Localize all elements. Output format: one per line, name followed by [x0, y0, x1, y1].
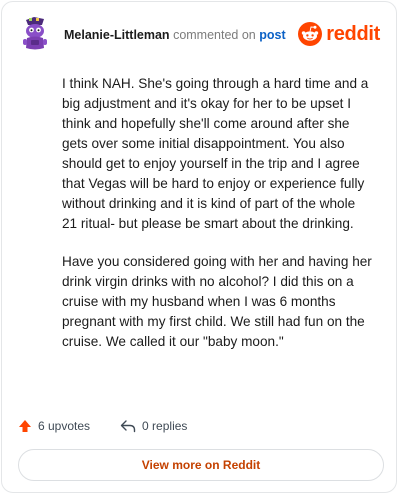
comment-embed-card: Melanie-Littleman commented on post redd… [1, 1, 397, 493]
comment-paragraph: Have you considered going with her and h… [62, 254, 372, 349]
comment-actions: 6 upvotes 0 replies [18, 416, 217, 436]
author-username[interactable]: Melanie-Littleman [64, 28, 170, 42]
comment-header: Melanie-Littleman commented on post redd… [20, 16, 380, 54]
post-link[interactable]: post [259, 28, 285, 42]
upvote-count: 6 upvotes [38, 419, 91, 433]
reply-arrow-icon [120, 420, 136, 433]
reddit-wordmark: reddit [326, 22, 380, 45]
avatar[interactable] [20, 16, 50, 52]
comment-body: I think NAH. She's going through a hard … [62, 74, 374, 370]
reply-button[interactable]: 0 replies [120, 419, 187, 433]
view-more-on-reddit-button[interactable]: View more on Reddit [18, 449, 384, 481]
upvote-arrow-icon [19, 420, 31, 432]
reply-count: 0 replies [142, 419, 188, 433]
reddit-logo-icon [298, 22, 323, 46]
byline-action-text: commented on [173, 28, 256, 42]
upvote-button[interactable]: 6 upvotes [18, 419, 90, 433]
reddit-brand[interactable]: reddit [298, 21, 380, 47]
comment-byline: Melanie-Littleman commented on post [64, 28, 286, 42]
comment-paragraph: I think NAH. She's going through a hard … [62, 76, 369, 231]
